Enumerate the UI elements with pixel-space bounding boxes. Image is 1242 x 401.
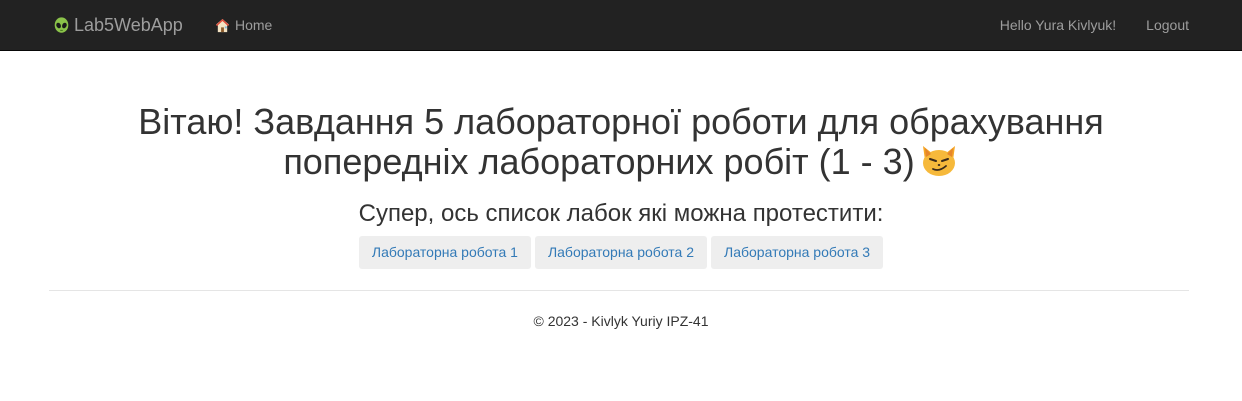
lab-1-button[interactable]: Лабораторна робота 1 (358, 236, 531, 269)
nav-right: Hello Yura Kivlyuk! Logout (1000, 16, 1189, 34)
brand-label: Lab5WebApp (74, 14, 183, 35)
brand-link[interactable]: Lab5WebApp (53, 14, 183, 36)
page-title: Вітаю! Завдання 5 лабораторної роботи дл… (121, 102, 1121, 182)
footer-copyright: © 2023 - Kivlyk Yuriy IPZ-41 (533, 313, 709, 329)
footer-divider (49, 290, 1189, 291)
house-icon (215, 18, 230, 32)
smirking-cat-icon (922, 146, 955, 176)
page-title-text: Вітаю! Завдання 5 лабораторної роботи дл… (138, 101, 1104, 182)
alien-icon (54, 16, 69, 33)
logout-link[interactable]: Logout (1146, 17, 1189, 33)
lab-3-button[interactable]: Лабораторна робота 3 (711, 236, 884, 269)
lab-buttons: Лабораторна робота 1 Лабораторна робота … (0, 236, 1242, 269)
welcome-section: Вітаю! Завдання 5 лабораторної роботи дл… (0, 102, 1242, 269)
nav-home-label: Home (235, 17, 273, 33)
navbar: Lab5WebApp Home Hello Yura Kivlyuk! Logo… (0, 0, 1242, 51)
user-greeting-link[interactable]: Hello Yura Kivlyuk! (1000, 17, 1116, 33)
nav-home-link[interactable]: Home (215, 16, 272, 34)
lab-list-heading: Супер, ось список лабок які можна протес… (358, 200, 884, 227)
lab-2-button[interactable]: Лабораторна робота 2 (534, 236, 708, 269)
